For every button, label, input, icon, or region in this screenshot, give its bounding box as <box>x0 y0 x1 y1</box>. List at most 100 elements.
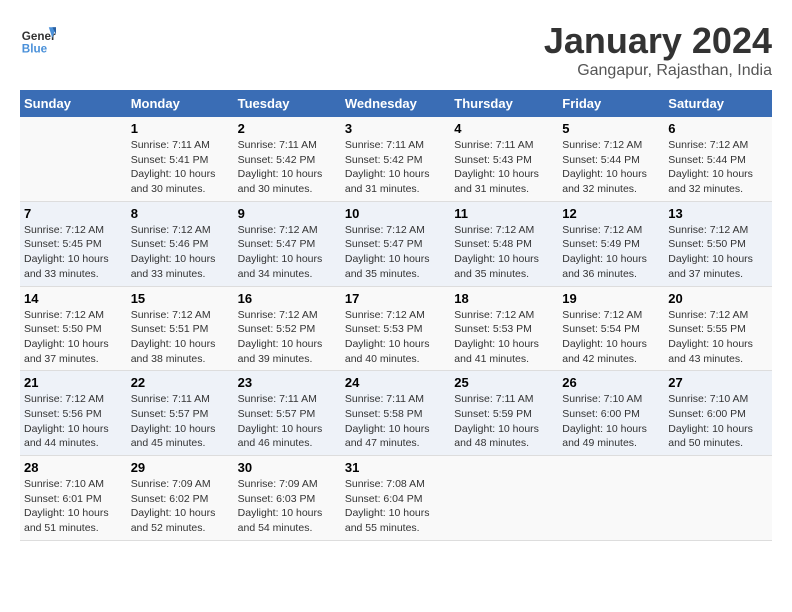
weekday-header-saturday: Saturday <box>664 90 772 117</box>
day-detail: Sunrise: 7:10 AMSunset: 6:00 PMDaylight:… <box>562 392 660 451</box>
day-number: 26 <box>562 375 660 390</box>
calendar-cell: 20Sunrise: 7:12 AMSunset: 5:55 PMDayligh… <box>664 286 772 371</box>
weekday-header-tuesday: Tuesday <box>234 90 341 117</box>
day-number: 27 <box>668 375 768 390</box>
day-detail: Sunrise: 7:08 AMSunset: 6:04 PMDaylight:… <box>345 477 446 536</box>
calendar-cell: 2 Sunrise: 7:11 AMSunset: 5:42 PMDaylight… <box>234 117 341 201</box>
day-number: 16 <box>238 291 337 306</box>
day-detail: Sunrise: 7:11 AMSunset: 5:58 PMDaylight:… <box>345 392 446 451</box>
day-number: 17 <box>345 291 446 306</box>
day-detail: Sunrise: 7:12 AMSunset: 5:49 PMDaylight:… <box>562 223 660 282</box>
calendar-cell: 23 Sunrise: 7:11 AMSunset: 5:57 PMDayligh… <box>234 371 341 456</box>
weekday-header-wednesday: Wednesday <box>341 90 450 117</box>
calendar-cell: 17 Sunrise: 7:12 AMSunset: 5:53 PMDayligh… <box>341 286 450 371</box>
day-detail: Sunrise: 7:11 AMSunset: 5:57 PMDaylight:… <box>131 392 230 451</box>
day-detail: Sunrise: 7:12 AMSunset: 5:55 PMDaylight:… <box>668 308 768 367</box>
calendar-title: January 2024 <box>544 20 772 62</box>
day-number: 25 <box>454 375 554 390</box>
day-detail: Sunrise: 7:12 AMSunset: 5:47 PMDaylight:… <box>345 223 446 282</box>
calendar-cell: 11 Sunrise: 7:12 AMSunset: 5:48 PMDayligh… <box>450 201 558 286</box>
day-detail: Sunrise: 7:11 AMSunset: 5:59 PMDaylight:… <box>454 392 554 451</box>
day-detail: Sunrise: 7:09 AMSunset: 6:02 PMDaylight:… <box>131 477 230 536</box>
calendar-cell: 8Sunrise: 7:12 AMSunset: 5:46 PMDaylight… <box>127 201 234 286</box>
calendar-cell: 31Sunrise: 7:08 AMSunset: 6:04 PMDayligh… <box>341 456 450 541</box>
day-number: 28 <box>24 460 123 475</box>
calendar-cell <box>20 117 127 201</box>
weekday-header-friday: Friday <box>558 90 664 117</box>
calendar-cell: 27 Sunrise: 7:10 AMSunset: 6:00 PMDayligh… <box>664 371 772 456</box>
day-detail: Sunrise: 7:12 AMSunset: 5:53 PMDaylight:… <box>345 308 446 367</box>
day-number: 11 <box>454 206 554 221</box>
calendar-cell <box>664 456 772 541</box>
day-detail: Sunrise: 7:11 AMSunset: 5:57 PMDaylight:… <box>238 392 337 451</box>
day-number: 19 <box>562 291 660 306</box>
day-number: 30 <box>238 460 337 475</box>
week-row-5: 28 Sunrise: 7:10 AMSunset: 6:01 PMDayligh… <box>20 456 772 541</box>
day-number: 21 <box>24 375 123 390</box>
day-number: 15 <box>131 291 230 306</box>
weekday-header-thursday: Thursday <box>450 90 558 117</box>
calendar-cell <box>558 456 664 541</box>
title-area: January 2024 Gangapur, Rajasthan, India <box>544 20 772 80</box>
calendar-cell: 6Sunrise: 7:12 AMSunset: 5:44 PMDaylight… <box>664 117 772 201</box>
calendar-cell: 3 Sunrise: 7:11 AMSunset: 5:42 PMDaylight… <box>341 117 450 201</box>
week-row-1: 1 Sunrise: 7:11 AMSunset: 5:41 PMDaylight… <box>20 117 772 201</box>
day-detail: Sunrise: 7:11 AMSunset: 5:41 PMDaylight:… <box>131 138 230 197</box>
day-number: 8 <box>131 206 230 221</box>
calendar-cell: 25 Sunrise: 7:11 AMSunset: 5:59 PMDayligh… <box>450 371 558 456</box>
day-detail: Sunrise: 7:12 AMSunset: 5:50 PMDaylight:… <box>24 308 123 367</box>
day-detail: Sunrise: 7:12 AMSunset: 5:51 PMDaylight:… <box>131 308 230 367</box>
calendar-cell: 14 Sunrise: 7:12 AMSunset: 5:50 PMDayligh… <box>20 286 127 371</box>
calendar-cell: 19 Sunrise: 7:12 AMSunset: 5:54 PMDayligh… <box>558 286 664 371</box>
calendar-cell: 10 Sunrise: 7:12 AMSunset: 5:47 PMDayligh… <box>341 201 450 286</box>
day-number: 7 <box>24 206 123 221</box>
calendar-cell: 15 Sunrise: 7:12 AMSunset: 5:51 PMDayligh… <box>127 286 234 371</box>
logo-icon: General Blue <box>20 20 56 56</box>
day-number: 29 <box>131 460 230 475</box>
day-number: 10 <box>345 206 446 221</box>
day-detail: Sunrise: 7:12 AMSunset: 5:45 PMDaylight:… <box>24 223 123 282</box>
calendar-cell <box>450 456 558 541</box>
calendar-subtitle: Gangapur, Rajasthan, India <box>544 62 772 80</box>
calendar-cell: 13Sunrise: 7:12 AMSunset: 5:50 PMDayligh… <box>664 201 772 286</box>
calendar-cell: 30 Sunrise: 7:09 AMSunset: 6:03 PMDayligh… <box>234 456 341 541</box>
day-number: 14 <box>24 291 123 306</box>
day-number: 2 <box>238 121 337 136</box>
day-detail: Sunrise: 7:12 AMSunset: 5:54 PMDaylight:… <box>562 308 660 367</box>
day-number: 22 <box>131 375 230 390</box>
calendar-table: SundayMondayTuesdayWednesdayThursdayFrid… <box>20 90 772 541</box>
day-number: 24 <box>345 375 446 390</box>
weekday-header-sunday: Sunday <box>20 90 127 117</box>
day-detail: Sunrise: 7:09 AMSunset: 6:03 PMDaylight:… <box>238 477 337 536</box>
day-number: 23 <box>238 375 337 390</box>
week-row-3: 14 Sunrise: 7:12 AMSunset: 5:50 PMDayligh… <box>20 286 772 371</box>
day-number: 4 <box>454 121 554 136</box>
day-detail: Sunrise: 7:11 AMSunset: 5:43 PMDaylight:… <box>454 138 554 197</box>
day-detail: Sunrise: 7:12 AMSunset: 5:48 PMDaylight:… <box>454 223 554 282</box>
calendar-cell: 9Sunrise: 7:12 AMSunset: 5:47 PMDaylight… <box>234 201 341 286</box>
calendar-cell: 21 Sunrise: 7:12 AMSunset: 5:56 PMDayligh… <box>20 371 127 456</box>
week-row-2: 7 Sunrise: 7:12 AMSunset: 5:45 PMDaylight… <box>20 201 772 286</box>
day-number: 3 <box>345 121 446 136</box>
day-detail: Sunrise: 7:12 AMSunset: 5:50 PMDaylight:… <box>668 223 768 282</box>
day-detail: Sunrise: 7:10 AMSunset: 6:01 PMDaylight:… <box>24 477 123 536</box>
day-number: 5 <box>562 121 660 136</box>
calendar-cell: 7 Sunrise: 7:12 AMSunset: 5:45 PMDaylight… <box>20 201 127 286</box>
day-detail: Sunrise: 7:11 AMSunset: 5:42 PMDaylight:… <box>238 138 337 197</box>
calendar-cell: 29 Sunrise: 7:09 AMSunset: 6:02 PMDayligh… <box>127 456 234 541</box>
calendar-cell: 24 Sunrise: 7:11 AMSunset: 5:58 PMDayligh… <box>341 371 450 456</box>
calendar-cell: 16Sunrise: 7:12 AMSunset: 5:52 PMDayligh… <box>234 286 341 371</box>
day-detail: Sunrise: 7:11 AMSunset: 5:42 PMDaylight:… <box>345 138 446 197</box>
calendar-cell: 18Sunrise: 7:12 AMSunset: 5:53 PMDayligh… <box>450 286 558 371</box>
day-number: 1 <box>131 121 230 136</box>
day-detail: Sunrise: 7:12 AMSunset: 5:53 PMDaylight:… <box>454 308 554 367</box>
day-detail: Sunrise: 7:12 AMSunset: 5:56 PMDaylight:… <box>24 392 123 451</box>
day-number: 6 <box>668 121 768 136</box>
day-detail: Sunrise: 7:10 AMSunset: 6:00 PMDaylight:… <box>668 392 768 451</box>
calendar-cell: 26 Sunrise: 7:10 AMSunset: 6:00 PMDayligh… <box>558 371 664 456</box>
calendar-cell: 5 Sunrise: 7:12 AMSunset: 5:44 PMDaylight… <box>558 117 664 201</box>
calendar-cell: 28 Sunrise: 7:10 AMSunset: 6:01 PMDayligh… <box>20 456 127 541</box>
day-detail: Sunrise: 7:12 AMSunset: 5:47 PMDaylight:… <box>238 223 337 282</box>
weekday-header-monday: Monday <box>127 90 234 117</box>
day-detail: Sunrise: 7:12 AMSunset: 5:44 PMDaylight:… <box>562 138 660 197</box>
